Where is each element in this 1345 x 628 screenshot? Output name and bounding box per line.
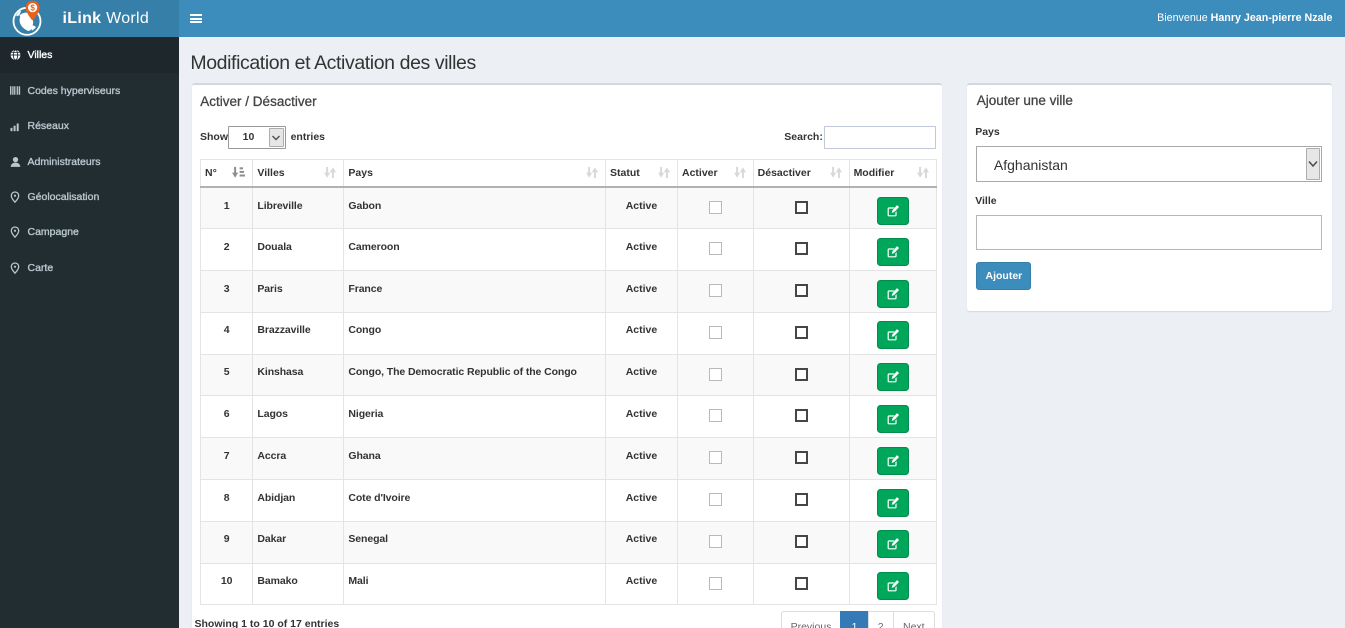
svg-text:$: $	[30, 4, 35, 13]
